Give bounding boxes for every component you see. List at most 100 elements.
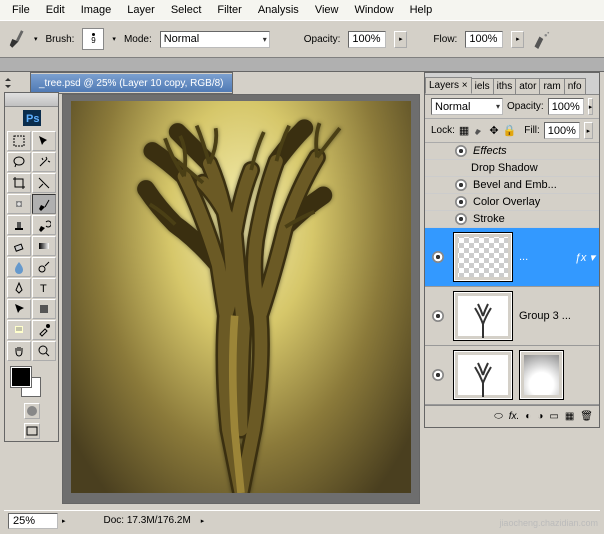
layer-opacity-slider-icon[interactable]: ▸ bbox=[588, 98, 594, 115]
tab-navigator[interactable]: ator bbox=[515, 78, 540, 94]
layer-row-group[interactable]: Group 3 ... bbox=[425, 287, 599, 346]
foreground-color[interactable] bbox=[11, 367, 31, 387]
brush-preset-picker[interactable]: 9 bbox=[82, 28, 104, 50]
lock-all-icon[interactable]: 🔒 bbox=[503, 124, 517, 137]
menu-help[interactable]: Help bbox=[402, 2, 441, 18]
layer-row[interactable] bbox=[425, 346, 599, 405]
heal-tool[interactable] bbox=[7, 194, 31, 214]
wand-tool[interactable] bbox=[32, 152, 56, 172]
tab-paths[interactable]: iths bbox=[493, 78, 517, 94]
opacity-slider-icon[interactable]: ▸ bbox=[394, 31, 407, 48]
effect-stroke[interactable]: Stroke bbox=[425, 211, 599, 228]
effect-color-overlay[interactable]: Color Overlay bbox=[425, 194, 599, 211]
airbrush-icon[interactable] bbox=[532, 29, 552, 49]
opacity-input[interactable]: 100% bbox=[348, 31, 386, 48]
toolbox-header[interactable] bbox=[5, 93, 58, 107]
new-group-icon[interactable]: ▭ bbox=[549, 411, 558, 422]
link-layers-icon[interactable]: ⬭ bbox=[494, 411, 503, 422]
menu-layer[interactable]: Layer bbox=[119, 2, 163, 18]
move-tool[interactable] bbox=[32, 131, 56, 151]
menu-window[interactable]: Window bbox=[346, 2, 401, 18]
docinfo-dropdown-icon[interactable]: ▸ bbox=[201, 517, 205, 525]
history-brush-tool[interactable] bbox=[32, 215, 56, 235]
dodge-tool[interactable] bbox=[32, 257, 56, 277]
shape-tool[interactable] bbox=[32, 299, 56, 319]
layer-opacity-label: Opacity: bbox=[507, 101, 544, 112]
marquee-tool[interactable] bbox=[7, 131, 31, 151]
lock-transparency-icon[interactable]: ▦ bbox=[459, 124, 469, 137]
zoom-tool[interactable] bbox=[32, 341, 56, 361]
blur-tool[interactable] bbox=[7, 257, 31, 277]
eye-icon[interactable] bbox=[455, 196, 467, 208]
layer-row-selected[interactable]: ... ƒx ▾ bbox=[425, 228, 599, 287]
eye-icon[interactable] bbox=[455, 213, 467, 225]
flow-slider-icon[interactable]: ▸ bbox=[511, 31, 524, 48]
lock-pixels-icon[interactable] bbox=[473, 123, 485, 138]
layer-name[interactable]: Group 3 ... bbox=[519, 310, 571, 322]
hand-tool[interactable] bbox=[7, 341, 31, 361]
layer-blend-select[interactable]: Normal bbox=[431, 98, 503, 115]
mask-icon[interactable]: ◐ bbox=[525, 411, 531, 422]
fill-slider-icon[interactable]: ▸ bbox=[584, 122, 593, 139]
brush-label: Brush: bbox=[46, 34, 75, 45]
fill-input[interactable]: 100% bbox=[544, 122, 580, 139]
tab-channels[interactable]: iels bbox=[471, 78, 494, 94]
menu-view[interactable]: View bbox=[307, 2, 347, 18]
crop-tool[interactable] bbox=[7, 173, 31, 193]
eye-icon[interactable] bbox=[432, 251, 444, 263]
eye-icon[interactable] bbox=[432, 369, 444, 381]
eye-icon[interactable] bbox=[455, 145, 467, 157]
tab-histogram[interactable]: ram bbox=[539, 78, 564, 94]
menu-bar: File Edit Image Layer Select Filter Anal… bbox=[0, 0, 604, 20]
layer-mask-thumbnail[interactable] bbox=[519, 350, 564, 400]
palette-toggle-icon[interactable] bbox=[4, 77, 16, 89]
zoom-dropdown-icon[interactable]: ▸ bbox=[62, 517, 66, 525]
path-select-tool[interactable] bbox=[7, 299, 31, 319]
gradient-tool[interactable] bbox=[32, 236, 56, 256]
menu-file[interactable]: File bbox=[4, 2, 38, 18]
slice-tool[interactable] bbox=[32, 173, 56, 193]
delete-layer-icon[interactable]: 🗑 bbox=[580, 411, 593, 422]
fx-menu-icon[interactable]: fx. bbox=[509, 411, 520, 422]
new-layer-icon[interactable]: ▦ bbox=[565, 411, 574, 422]
tab-layers[interactable]: Layers × bbox=[425, 77, 472, 94]
menu-image[interactable]: Image bbox=[73, 2, 120, 18]
document-canvas[interactable] bbox=[62, 94, 420, 504]
eye-icon[interactable] bbox=[455, 179, 467, 191]
menu-analysis[interactable]: Analysis bbox=[250, 2, 307, 18]
quickmask-icon[interactable] bbox=[24, 403, 40, 419]
brush-tool[interactable] bbox=[32, 194, 56, 214]
effect-drop-shadow[interactable]: Drop Shadow bbox=[425, 160, 599, 177]
flow-input[interactable]: 100% bbox=[465, 31, 503, 48]
layer-thumbnail[interactable] bbox=[453, 232, 513, 282]
brush-dropdown-icon[interactable]: ▾ bbox=[34, 35, 38, 43]
eyedropper-tool[interactable] bbox=[32, 320, 56, 340]
fx-badge[interactable]: ƒx ▾ bbox=[575, 251, 595, 264]
type-tool[interactable]: T bbox=[32, 278, 56, 298]
effect-bevel[interactable]: Bevel and Emb... bbox=[425, 177, 599, 194]
lock-position-icon[interactable]: ✥ bbox=[489, 124, 498, 137]
layer-name[interactable]: ... bbox=[519, 251, 528, 263]
brush-size-dropdown-icon[interactable]: ▾ bbox=[112, 35, 116, 43]
zoom-field[interactable]: 25% bbox=[8, 513, 58, 529]
adjustment-icon[interactable]: ◑ bbox=[537, 411, 543, 422]
eraser-tool[interactable] bbox=[7, 236, 31, 256]
effects-header[interactable]: Effects bbox=[425, 143, 599, 160]
menu-edit[interactable]: Edit bbox=[38, 2, 73, 18]
stamp-tool[interactable] bbox=[7, 215, 31, 235]
screenmode-icon[interactable] bbox=[24, 423, 40, 439]
blend-mode-select[interactable]: Normal bbox=[160, 31, 270, 48]
menu-filter[interactable]: Filter bbox=[209, 2, 249, 18]
notes-tool[interactable] bbox=[7, 320, 31, 340]
layer-thumbnail[interactable] bbox=[453, 291, 513, 341]
pen-tool[interactable] bbox=[7, 278, 31, 298]
lasso-tool[interactable] bbox=[7, 152, 31, 172]
menu-select[interactable]: Select bbox=[163, 2, 210, 18]
layers-panel: Layers × iels iths ator ram nfo Normal O… bbox=[424, 72, 600, 428]
tab-info[interactable]: nfo bbox=[564, 78, 586, 94]
brush-tool-icon[interactable] bbox=[6, 29, 26, 49]
layer-thumbnail[interactable] bbox=[453, 350, 513, 400]
layer-opacity-input[interactable]: 100% bbox=[548, 98, 584, 115]
eye-icon[interactable] bbox=[432, 310, 444, 322]
document-tab[interactable]: _tree.psd @ 25% (Layer 10 copy, RGB/8) bbox=[30, 72, 233, 94]
